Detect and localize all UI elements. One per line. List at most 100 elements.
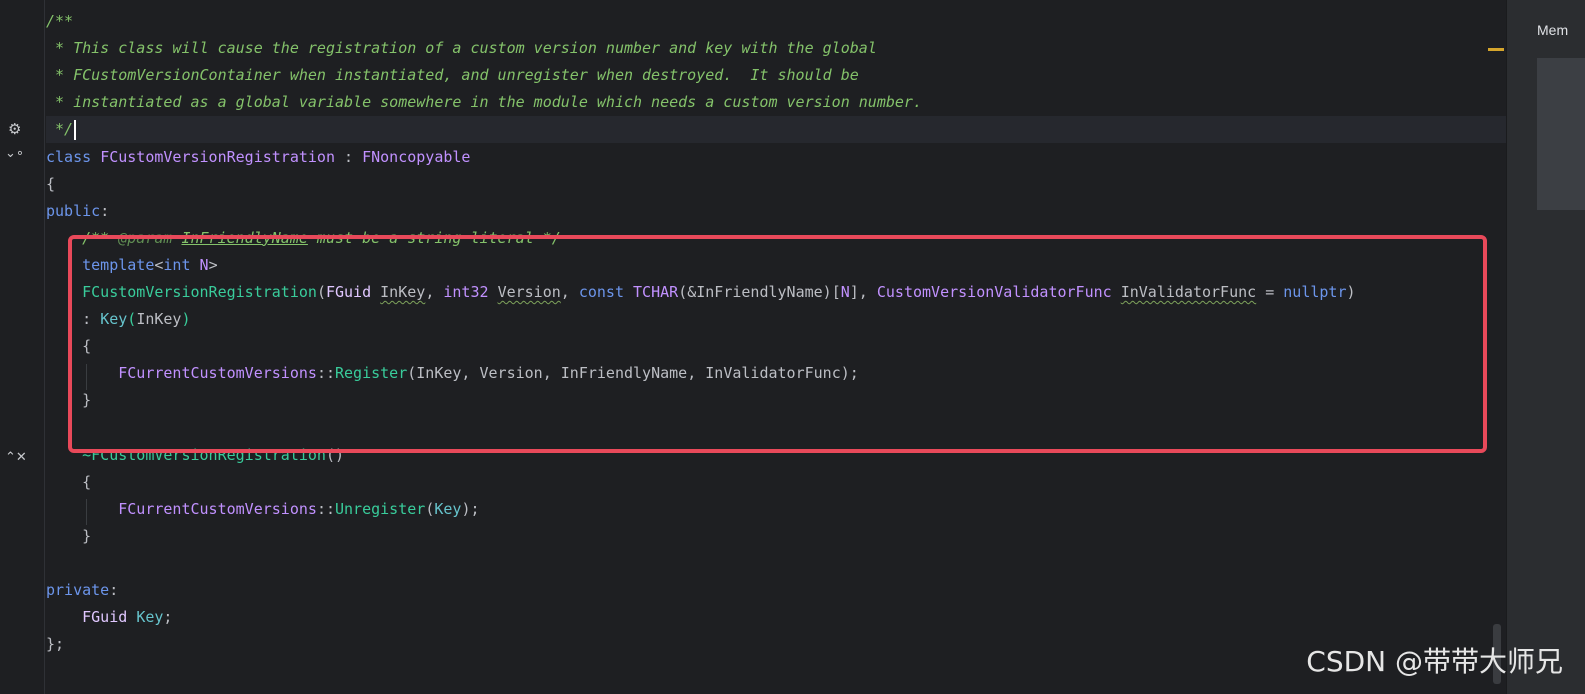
text-caret (74, 119, 77, 140)
code-token: const (578, 283, 634, 301)
fold-collapse-icon[interactable]: ⌄∘ (5, 146, 24, 161)
code-area[interactable]: /** * This class will cause the registra… (46, 8, 1506, 694)
code-token: public (46, 201, 101, 220)
watermark: CSDN @带带大师兄 (1306, 645, 1563, 678)
code-line[interactable] (46, 550, 1506, 577)
code-line[interactable]: } (46, 387, 1506, 414)
code-token: FCustomVersionRegistration (100, 147, 335, 166)
code-token: nullptr (1283, 283, 1347, 301)
code-token: } (46, 391, 92, 410)
code-line[interactable]: { (46, 333, 1506, 360)
code-token: , (425, 283, 444, 301)
code-line[interactable]: FGuid Key; (46, 604, 1506, 631)
code-token: { (46, 174, 56, 193)
code-token: ], (849, 283, 877, 301)
code-token: * This class will cause the registration… (46, 39, 877, 58)
code-token: { (46, 472, 92, 491)
code-token: ( (425, 499, 435, 518)
code-token: FGuid (325, 283, 381, 301)
code-line[interactable]: : Key(InKey) (46, 306, 1506, 333)
code-token: InKey (136, 310, 182, 329)
code-token: ; (163, 608, 173, 627)
code-token: Key (136, 608, 164, 627)
code-token: Register (335, 364, 408, 383)
code-line[interactable]: { (46, 171, 1506, 198)
fold-expand-icon[interactable]: ⌃✕ (5, 450, 27, 465)
code-token: ( (316, 283, 326, 301)
code-token: FNoncopyable (362, 147, 471, 166)
code-token: * FCustomVersionContainer when instantia… (46, 66, 859, 85)
code-token: FGuid (82, 608, 137, 627)
code-line[interactable]: { (46, 469, 1506, 496)
code-line[interactable] (46, 415, 1506, 442)
code-line[interactable]: private: (46, 577, 1506, 604)
code-token: Key (100, 310, 128, 329)
code-line[interactable]: * This class will cause the registration… (46, 35, 1506, 62)
code-token: = (1256, 283, 1284, 301)
editor-gutter[interactable]: ⚙ ⌄∘ ⌃✕ (0, 0, 45, 694)
code-token: FCurrentCustomVersions (118, 364, 317, 383)
code-token: ) (181, 310, 191, 329)
code-line[interactable]: FCustomVersionRegistration(FGuid InKey, … (46, 279, 1506, 306)
code-token: int (163, 255, 200, 274)
code-token: : (46, 310, 101, 329)
code-token: () (325, 445, 345, 464)
code-token: private (46, 581, 110, 600)
code-token: FCustomVersionRegistration (82, 283, 317, 301)
code-token: ); (461, 499, 480, 518)
memory-panel-content (1537, 58, 1585, 210)
code-token: (&InFriendlyName)[ (678, 283, 841, 301)
code-token: : (335, 147, 363, 166)
code-token: template (82, 255, 155, 274)
code-token: CustomVersionValidatorFunc (876, 283, 1121, 301)
code-line[interactable]: * instantiated as a global variable some… (46, 89, 1506, 116)
code-line[interactable]: */ (46, 116, 1506, 144)
lightbulb-icon[interactable]: ⚙ (8, 120, 21, 138)
code-line[interactable]: ~FCustomVersionRegistration() (46, 442, 1506, 469)
code-token: ~FCustomVersionRegistration (82, 445, 326, 464)
code-line[interactable]: class FCustomVersionRegistration : FNonc… (46, 144, 1506, 171)
code-line[interactable]: /** (46, 8, 1506, 35)
code-token: }; (46, 635, 65, 654)
code-token: /** (46, 12, 74, 30)
code-line[interactable]: } (46, 523, 1506, 550)
code-token: > (208, 255, 218, 274)
code-token: , (560, 283, 579, 301)
memory-panel-tab[interactable]: Mem (1537, 22, 1568, 38)
code-token: /** (82, 228, 119, 247)
code-token: :: (316, 364, 335, 383)
code-token: InKey (380, 283, 426, 301)
code-line[interactable]: public: (46, 198, 1506, 225)
code-token: N (840, 283, 850, 301)
code-line[interactable]: }; (46, 631, 1506, 658)
indent-guide (86, 499, 87, 525)
code-token: (InKey, Version, InFriendlyName, InValid… (407, 364, 859, 383)
code-token: } (46, 526, 92, 545)
code-token: must be a string literal */ (307, 228, 561, 247)
code-token: * instantiated as a global variable some… (46, 93, 922, 112)
code-line[interactable]: FCurrentCustomVersions::Unregister(Key); (46, 496, 1506, 523)
code-token: FCurrentCustomVersions (118, 499, 317, 518)
code-editor[interactable]: ⚙ ⌄∘ ⌃✕ /** * This class will cause the … (0, 0, 1506, 694)
code-token: :: (316, 499, 335, 518)
code-token: TCHAR (633, 283, 679, 301)
code-token: N (199, 255, 209, 274)
code-token: : (109, 581, 119, 600)
scroll-warning-marker[interactable] (1488, 48, 1504, 51)
code-token: */ (46, 120, 74, 139)
code-line[interactable]: /** @param InFriendlyName must be a stri… (46, 225, 1506, 252)
code-token: : (100, 201, 110, 220)
code-token: { (46, 337, 92, 356)
code-token: ( (127, 310, 137, 329)
code-line[interactable]: * FCustomVersionContainer when instantia… (46, 62, 1506, 89)
right-tool-panel: Mem (1506, 0, 1585, 694)
code-line[interactable]: template<int N> (46, 252, 1506, 279)
code-line[interactable]: FCurrentCustomVersions::Register(InKey, … (46, 360, 1506, 387)
code-token: ) (1346, 283, 1356, 301)
